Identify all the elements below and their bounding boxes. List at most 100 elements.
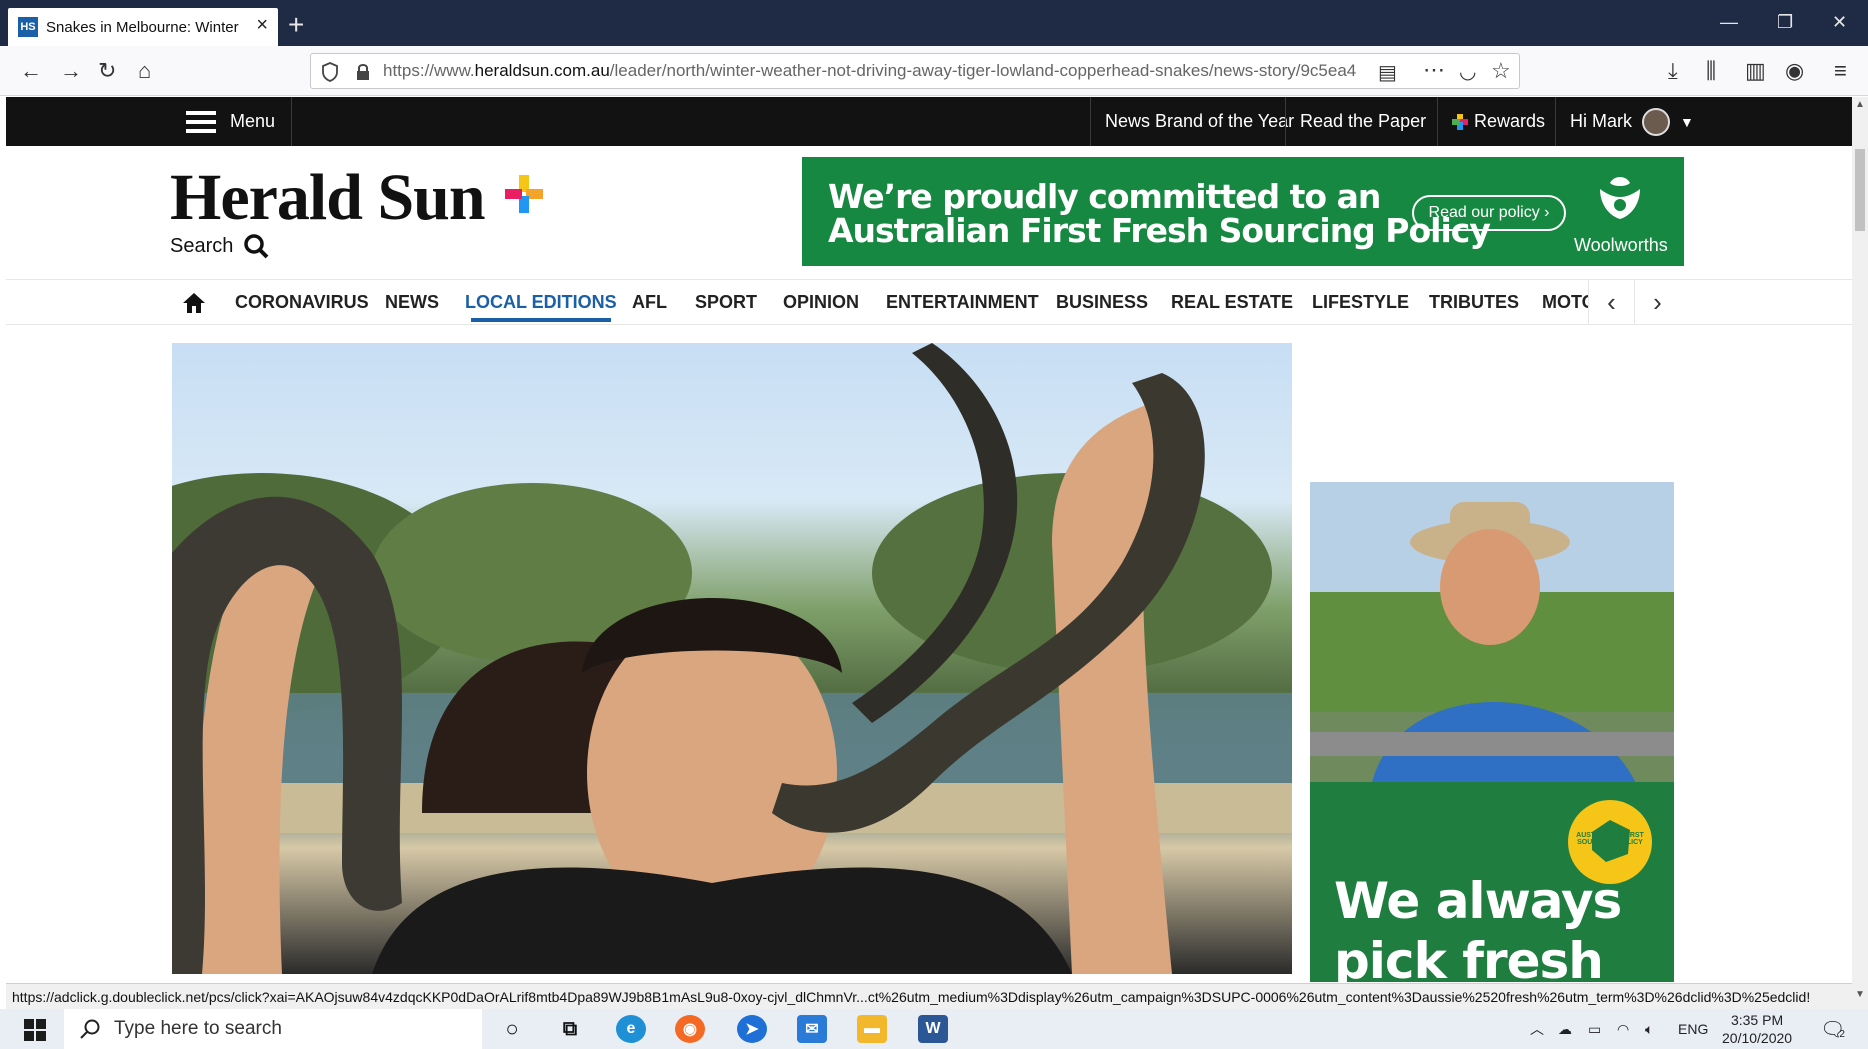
scroll-down-icon[interactable]: ▼ bbox=[1855, 989, 1865, 1000]
browser-tab-bar: HS Snakes in Melbourne: Winter we × + — … bbox=[0, 0, 1868, 46]
word-icon[interactable]: W bbox=[918, 1015, 948, 1043]
sourcing-badge-label: AUSTRALIAN FIRST SOURCING POLICY bbox=[1576, 832, 1644, 846]
nav-news[interactable]: NEWS bbox=[385, 280, 439, 324]
nav-local-editions[interactable]: LOCAL EDITIONS bbox=[465, 280, 617, 324]
screen: HS Snakes in Melbourne: Winter we × + — … bbox=[0, 0, 1868, 1049]
nav-entertainment[interactable]: ENTERTAINMENT bbox=[886, 280, 1039, 324]
tray-show-hidden-icon[interactable]: ︿ bbox=[1530, 1009, 1544, 1049]
nav-lifestyle[interactable]: LIFESTYLE bbox=[1312, 280, 1409, 324]
menu-label: Menu bbox=[230, 111, 276, 131]
restore-icon[interactable]: ❐ bbox=[1777, 12, 1793, 33]
search-icon bbox=[244, 234, 269, 259]
rewards-label: Rewards bbox=[1474, 111, 1546, 131]
taskbar-search-icon bbox=[80, 1019, 100, 1039]
mail-icon[interactable]: ✉ bbox=[797, 1015, 827, 1043]
side-ad-line2: pick fresh bbox=[1334, 932, 1604, 982]
clock[interactable]: 3:35 PM 20/10/2020 bbox=[1722, 1009, 1792, 1049]
taskbar-search-box[interactable]: Type here to search bbox=[64, 1009, 482, 1049]
read-policy-button[interactable]: Read our policy › bbox=[1412, 195, 1566, 231]
more-actions-icon[interactable]: ⋯ bbox=[1423, 57, 1445, 83]
read-the-paper-link[interactable]: Read the Paper bbox=[1285, 97, 1440, 146]
edge-icon[interactable]: e bbox=[616, 1015, 646, 1043]
windows-start-icon[interactable] bbox=[24, 1019, 46, 1041]
status-bar-url: https://adclick.g.doubleclick.net/pcs/cl… bbox=[6, 983, 1852, 1009]
back-icon[interactable]: ← bbox=[20, 58, 42, 84]
nav-business[interactable]: BUSINESS bbox=[1056, 280, 1148, 324]
cortana-icon[interactable]: ○ bbox=[497, 1015, 527, 1043]
wifi-icon[interactable]: ◠ bbox=[1617, 1009, 1629, 1049]
scroll-up-icon[interactable]: ▲ bbox=[1855, 99, 1865, 110]
minimize-icon[interactable]: — bbox=[1720, 12, 1738, 33]
language-indicator[interactable]: ENG bbox=[1678, 1009, 1708, 1049]
address-bar[interactable]: https://www.heraldsun.com.au/leader/nort… bbox=[310, 53, 1520, 89]
clock-time: 3:35 PM bbox=[1730, 1012, 1784, 1028]
nav-sport[interactable]: SPORT bbox=[695, 280, 757, 324]
rewards-plus-icon bbox=[1452, 113, 1468, 130]
task-view-icon[interactable]: ⧉ bbox=[555, 1015, 585, 1043]
account-menu[interactable]: Hi Mark ▼ bbox=[1555, 97, 1708, 146]
heraldsun-favicon-icon: HS bbox=[18, 17, 38, 37]
section-nav: CORONAVIRUS NEWS LOCAL EDITIONS AFL SPOR… bbox=[6, 279, 1852, 325]
app-menu-icon[interactable]: ≡ bbox=[1834, 58, 1847, 84]
side-ad-line1: We always bbox=[1334, 872, 1622, 930]
bookmark-star-icon[interactable]: ☆ bbox=[1491, 58, 1511, 84]
avatar bbox=[1642, 107, 1670, 136]
taskbar-search-placeholder: Type here to search bbox=[114, 1018, 282, 1039]
battery-icon[interactable]: ▭ bbox=[1588, 1009, 1601, 1049]
clock-date: 20/10/2020 bbox=[1722, 1030, 1793, 1046]
lock-icon bbox=[357, 64, 369, 80]
volume-icon[interactable]: 🔈︎ bbox=[1645, 1009, 1653, 1049]
site-top-bar: Menu News Brand of the Year Read the Pap… bbox=[6, 97, 1852, 146]
nav-tributes[interactable]: TRIBUTES bbox=[1429, 280, 1519, 324]
sidebar-icon[interactable]: ▥ bbox=[1745, 58, 1766, 84]
url-text: https://www.heraldsun.com.au/leader/nort… bbox=[383, 61, 1357, 80]
site-logo[interactable]: Herald Sun bbox=[170, 160, 486, 236]
woolworths-logo-icon bbox=[1600, 177, 1640, 219]
nav-scroll-right-icon[interactable]: › bbox=[1634, 280, 1680, 324]
side-ad[interactable]: We always pick fresh AUSTRALIAN FIRST SO… bbox=[1310, 482, 1674, 982]
file-explorer-icon[interactable]: ▬ bbox=[857, 1015, 887, 1043]
browser-toolbar: ← → ↻ ⌂ https://www.heraldsun.com.au/lea… bbox=[0, 46, 1868, 96]
hero-photo-illustration bbox=[172, 343, 1292, 974]
forward-icon[interactable]: → bbox=[60, 58, 82, 84]
logo-plus-icon bbox=[505, 175, 543, 213]
rewards-link[interactable]: Rewards bbox=[1437, 97, 1559, 146]
tab-title: Snakes in Melbourne: Winter we bbox=[46, 18, 242, 36]
nav-opinion[interactable]: OPINION bbox=[783, 280, 859, 324]
page-scrollbar[interactable]: ▲ ▼ bbox=[1852, 97, 1868, 1009]
chevron-down-icon: ▼ bbox=[1680, 113, 1694, 130]
notification-icon[interactable]: 🗨︎ 2 bbox=[1820, 1009, 1845, 1049]
home-section-icon[interactable] bbox=[182, 292, 206, 314]
shield-icon bbox=[322, 62, 338, 82]
hero-image bbox=[172, 343, 1292, 974]
account-icon[interactable]: ◉ bbox=[1785, 58, 1804, 84]
greeting-label: Hi Mark bbox=[1570, 111, 1632, 131]
nav-real-estate[interactable]: REAL ESTATE bbox=[1171, 280, 1293, 324]
close-window-icon[interactable]: ✕ bbox=[1832, 12, 1847, 33]
tab-close-icon[interactable]: × bbox=[256, 14, 268, 37]
reader-view-icon[interactable]: ▤ bbox=[1378, 60, 1397, 85]
nav-motoring[interactable]: MOTO bbox=[1542, 280, 1588, 324]
library-icon[interactable]: ⫼ bbox=[1706, 58, 1716, 84]
scroll-thumb[interactable] bbox=[1855, 149, 1865, 231]
windows-taskbar: Type here to search ○ ⧉ e ◉ ➤ ✉ ▬ W ︿ ☁ … bbox=[0, 1009, 1868, 1049]
nav-coronavirus[interactable]: CORONAVIRUS bbox=[235, 280, 369, 324]
browser-tab[interactable]: HS Snakes in Melbourne: Winter we × bbox=[8, 8, 278, 46]
reload-icon[interactable]: ↻ bbox=[98, 58, 116, 84]
download-icon[interactable]: ⤓ bbox=[1668, 58, 1678, 84]
search-label: Search bbox=[170, 234, 234, 257]
hamburger-icon bbox=[186, 110, 216, 133]
nav-afl[interactable]: AFL bbox=[632, 280, 667, 324]
site-search-button[interactable]: Search bbox=[170, 233, 269, 259]
home-icon[interactable]: ⌂ bbox=[138, 58, 151, 84]
onedrive-icon[interactable]: ☁ bbox=[1558, 1009, 1572, 1049]
new-tab-icon[interactable]: + bbox=[288, 8, 304, 42]
pocket-icon[interactable]: ◡ bbox=[1459, 59, 1476, 84]
app-icon[interactable]: ➤ bbox=[737, 1015, 767, 1043]
banner-ad[interactable]: We’re proudly committed to an Australian… bbox=[802, 157, 1684, 266]
firefox-icon[interactable]: ◉ bbox=[675, 1015, 705, 1043]
news-brand-link[interactable]: News Brand of the Year bbox=[1090, 97, 1308, 146]
nav-scroll-left-icon[interactable]: ‹ bbox=[1588, 280, 1634, 324]
menu-button[interactable]: Menu bbox=[186, 97, 293, 146]
notification-count: 2 bbox=[1839, 1028, 1845, 1040]
